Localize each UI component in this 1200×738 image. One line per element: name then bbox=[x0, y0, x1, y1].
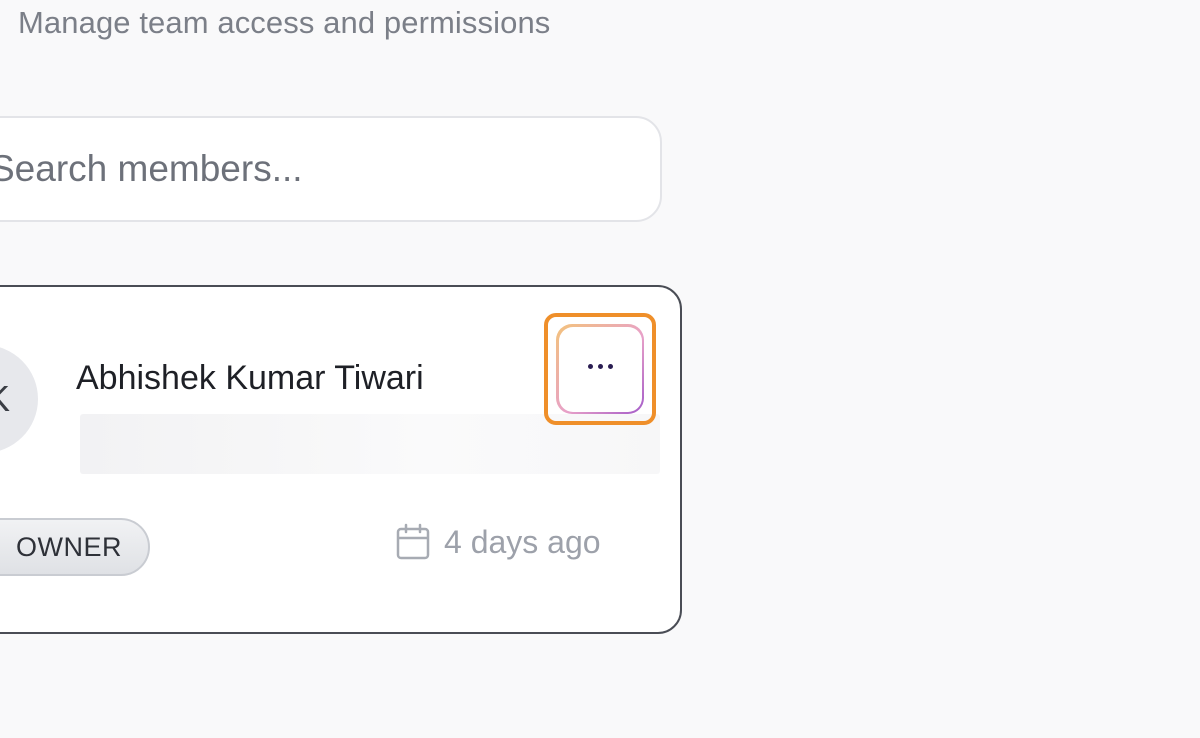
page-subtitle: Manage team access and permissions bbox=[18, 5, 551, 40]
role-badge: OWNER bbox=[0, 518, 150, 576]
calendar-icon bbox=[396, 523, 430, 561]
search-input[interactable] bbox=[0, 118, 660, 220]
more-horizontal-icon bbox=[587, 363, 613, 369]
joined-date: 4 days ago bbox=[396, 523, 601, 561]
avatar: AK bbox=[0, 345, 38, 453]
more-options-button[interactable] bbox=[556, 324, 644, 414]
member-card: AK Abhishek Kumar Tiwari OWNER 4 days ag… bbox=[0, 285, 682, 634]
joined-time: 4 days ago bbox=[444, 523, 601, 560]
search-box[interactable] bbox=[0, 116, 662, 222]
member-name: Abhishek Kumar Tiwari bbox=[76, 359, 424, 397]
